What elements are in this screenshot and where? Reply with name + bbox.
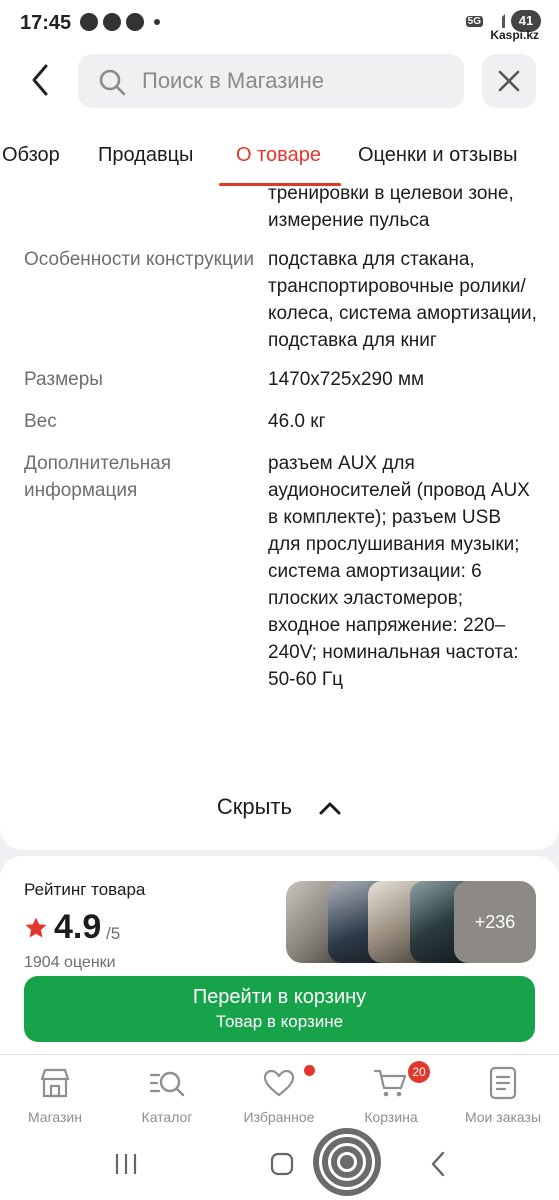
search-input[interactable] — [142, 54, 442, 108]
bottom-nav: Магазин Каталог Избранное 20 Корзина Мои… — [0, 1054, 559, 1138]
go-to-cart-button[interactable]: Перейти в корзину Товар в корзине — [24, 976, 535, 1042]
cart-button-sublabel: Товар в корзине — [215, 1012, 344, 1031]
cart-button-label: Перейти в корзину — [192, 986, 367, 1008]
notification-icons — [80, 13, 160, 31]
nav-item-orders[interactable]: Мои заказы — [448, 1065, 558, 1125]
spec-value: тренировки в целевой зоне, измерение пул… — [268, 188, 514, 231]
store-icon — [40, 1068, 70, 1098]
spec-row: Размеры 1470x725x290 мм — [0, 366, 559, 393]
system-nav-bar — [0, 1138, 559, 1200]
nav-item-cart[interactable]: 20 Корзина — [336, 1061, 446, 1125]
more-notifications-icon — [154, 19, 160, 25]
search-header — [0, 46, 559, 126]
active-tab-indicator — [219, 183, 341, 186]
recents-icon[interactable] — [114, 1152, 138, 1176]
star-icon — [25, 917, 47, 938]
spec-value: 1470x725x290 мм — [268, 369, 425, 390]
cart-count-badge: 20 — [408, 1061, 430, 1083]
search-icon — [99, 69, 126, 96]
floating-assistant-button[interactable] — [313, 1128, 381, 1196]
chat-icon — [103, 13, 121, 31]
chevron-left-icon — [32, 64, 48, 96]
spec-value: разъем AUX для аудионосителей (провод AU… — [268, 453, 530, 690]
spec-row: тренировки в целевой зоне, измерение пул… — [0, 188, 559, 234]
spec-value: 46.0 кг — [268, 411, 326, 432]
nav-label: Магазин — [27, 1109, 82, 1125]
product-tabs: Обзор Продавцы О товаре Оценки и отзывы — [0, 126, 559, 188]
spec-value: подставка для стакана, транспортировочны… — [268, 249, 537, 351]
tab-about-product[interactable]: О товаре — [236, 144, 321, 167]
hide-label: Скрыть — [216, 794, 292, 819]
tab-reviews[interactable]: Оценки и отзывы — [358, 144, 518, 167]
nav-item-store[interactable]: Магазин — [0, 1065, 110, 1125]
favorites-badge — [304, 1065, 315, 1076]
rating-max: /5 — [106, 924, 121, 943]
spec-row: Вес 46.0 кг — [0, 408, 559, 435]
network-type: 5G — [465, 15, 483, 27]
nav-item-favorites[interactable]: Избранное — [224, 1065, 334, 1125]
close-icon — [498, 70, 520, 92]
spec-key: Вес — [24, 411, 57, 432]
assistant-ring — [337, 1152, 357, 1172]
telegram-icon — [126, 13, 144, 31]
spec-list: тренировки в целевой зоне, измерение пул… — [0, 188, 559, 693]
spec-key — [0, 188, 268, 234]
clear-search-button[interactable] — [482, 54, 536, 108]
orders-icon — [489, 1066, 517, 1100]
spec-key: Дополнительная информация — [24, 453, 172, 501]
chevron-up-icon — [319, 802, 341, 815]
hide-specs-button[interactable]: Скрыть — [0, 794, 559, 820]
rating-value: 4.9 — [54, 908, 102, 946]
tab-sellers[interactable]: Продавцы — [98, 144, 193, 167]
review-photos[interactable]: +236 — [286, 881, 536, 963]
rating-count[interactable]: 1904 оценки — [24, 954, 116, 972]
nav-item-catalog[interactable]: Каталог — [112, 1065, 222, 1125]
nav-label: Избранное — [243, 1109, 315, 1125]
system-back-icon[interactable] — [428, 1150, 448, 1178]
catalog-search-icon — [149, 1071, 185, 1097]
rating-title: Рейтинг товара — [24, 880, 146, 899]
cart-icon — [373, 1069, 407, 1097]
status-time: 17:45 — [20, 12, 72, 34]
nav-label: Корзина — [364, 1109, 418, 1125]
tab-overview[interactable]: Обзор — [2, 144, 60, 167]
search-bar[interactable] — [78, 54, 464, 108]
nav-label: Каталог — [141, 1109, 193, 1125]
spec-row: Особенности конструкции подставка для ст… — [0, 246, 559, 354]
status-bar: 17:45 5G 41 Kaspi.kz — [0, 0, 559, 46]
spec-row: Дополнительная информация разъем AUX для… — [0, 450, 559, 693]
nav-label: Мои заказы — [464, 1109, 542, 1125]
home-icon[interactable] — [270, 1152, 294, 1176]
signal-icon — [489, 14, 505, 28]
heart-icon — [263, 1069, 295, 1097]
specifications-card: тренировки в целевой зоне, измерение пул… — [0, 188, 559, 850]
spec-key: Размеры — [24, 369, 103, 390]
more-photos-button[interactable]: +236 — [454, 881, 536, 963]
back-button[interactable] — [24, 60, 60, 100]
facebook-icon — [80, 13, 98, 31]
watermark: Kaspi.kz — [490, 28, 539, 42]
spec-key: Особенности конструкции — [24, 249, 255, 270]
